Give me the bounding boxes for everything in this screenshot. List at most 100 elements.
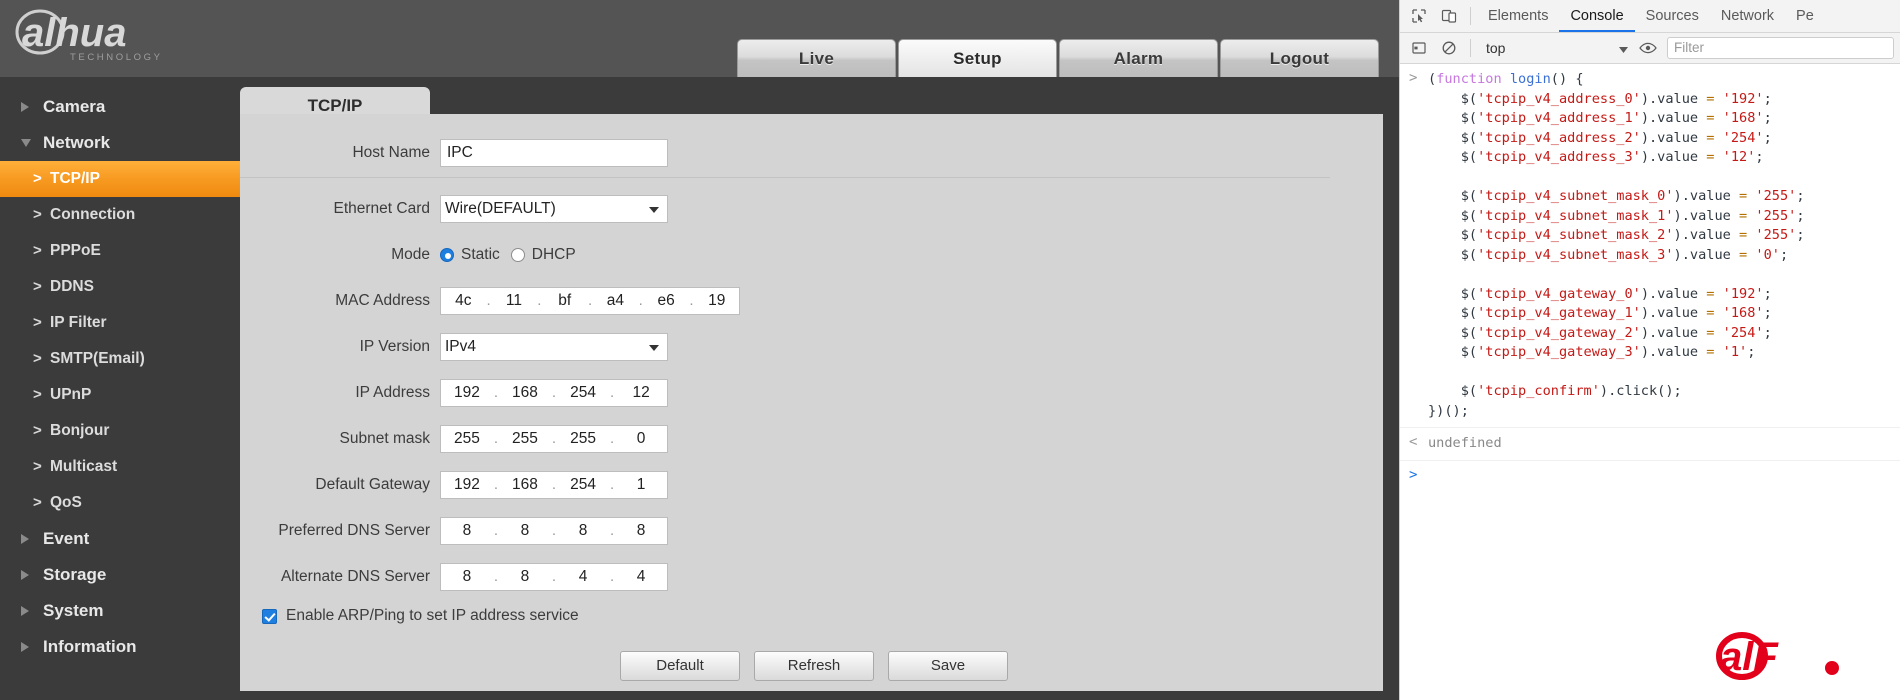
sidebar-item-bonjour[interactable]: > Bonjour xyxy=(0,413,240,449)
console-code-line: $('tcpip_v4_address_1').value = '168'; xyxy=(1460,110,1772,126)
ip-address-group: 192. 168. 254. 12 xyxy=(440,378,668,407)
sidebar-item-ddns[interactable]: > DDNS xyxy=(0,269,240,305)
ip-octet-2[interactable]: 254 xyxy=(557,384,609,402)
ip-octet-1[interactable]: 168 xyxy=(499,384,551,402)
alt-dns-octet-1[interactable]: 8 xyxy=(499,568,551,586)
dahua-red-watermark: alF xyxy=(1714,628,1864,684)
chevron-right-icon xyxy=(21,102,29,112)
radio-dhcp[interactable] xyxy=(510,247,525,262)
alt-dns-octet-2[interactable]: 4 xyxy=(557,568,609,586)
sidebar-item-connection[interactable]: > Connection xyxy=(0,197,240,233)
alt-dns-octet-0[interactable]: 8 xyxy=(441,568,493,586)
subbar-divider xyxy=(1470,39,1471,57)
console-code-line: $('tcpip_v4_subnet_mask_2').value = '255… xyxy=(1460,227,1805,243)
nav-tab-logout[interactable]: Logout xyxy=(1220,39,1379,77)
gateway-octet-2[interactable]: 254 xyxy=(557,476,609,494)
execution-context-value: top xyxy=(1486,40,1506,56)
panel-tabstrip: TCP/IP xyxy=(240,77,1399,124)
console-filter-input[interactable]: Filter xyxy=(1667,37,1894,59)
alternate-dns-group: 8. 8. 4. 4 xyxy=(440,562,668,591)
host-name-input[interactable] xyxy=(440,138,668,167)
devtools-tab-sources[interactable]: Sources xyxy=(1635,0,1710,32)
svg-text:alF: alF xyxy=(1720,635,1779,679)
sidebar-group-information[interactable]: Information xyxy=(0,629,240,665)
console-input-entry: > (function login() { $('tcpip_v4_addres… xyxy=(1400,64,1900,428)
sidebar-item-label: PPPoE xyxy=(50,242,101,259)
subnet-octet-3[interactable]: 0 xyxy=(615,430,667,448)
device-toolbar-icon[interactable] xyxy=(1434,2,1464,30)
sidebar-item-multicast[interactable]: > Multicast xyxy=(0,449,240,485)
clear-console-icon[interactable] xyxy=(1434,34,1464,62)
inspect-element-icon[interactable] xyxy=(1404,2,1434,30)
refresh-button[interactable]: Refresh xyxy=(754,651,874,681)
app-body: Camera Network > TCP/IP > Connection > P… xyxy=(0,77,1399,700)
field-mode: Static DHCP xyxy=(440,246,576,264)
chevron-right-icon: > xyxy=(33,422,42,439)
subnet-octet-1[interactable]: 255 xyxy=(499,430,551,448)
nav-tab-setup[interactable]: Setup xyxy=(898,39,1057,77)
devtools-tab-performance[interactable]: Pe xyxy=(1785,0,1825,32)
pref-dns-octet-2[interactable]: 8 xyxy=(557,522,609,540)
devtools-tab-elements[interactable]: Elements xyxy=(1477,0,1559,32)
console-new-prompt: > xyxy=(1409,466,1418,483)
console-code-snippet[interactable]: (function login() { $('tcpip_v4_address_… xyxy=(1400,70,1900,421)
chevron-right-icon: > xyxy=(33,494,42,511)
sidebar-item-qos[interactable]: > QoS xyxy=(0,485,240,521)
chevron-right-icon: > xyxy=(33,170,42,187)
form-row-default-gateway: Default Gateway 192. 168. 254. 1 xyxy=(240,468,1383,501)
pref-dns-octet-1[interactable]: 8 xyxy=(499,522,551,540)
devtools-tab-console[interactable]: Console xyxy=(1559,0,1635,32)
console-prompt-input[interactable] xyxy=(1400,467,1900,487)
form-row-ip-version: IP Version IPv4 xyxy=(240,330,1383,363)
save-button[interactable]: Save xyxy=(888,651,1008,681)
label-mode: Mode xyxy=(391,245,430,263)
gateway-octet-3[interactable]: 1 xyxy=(615,476,667,494)
mac-octet-3: a4 xyxy=(606,291,624,309)
label-ethernet-card: Ethernet Card xyxy=(333,199,431,217)
default-button[interactable]: Default xyxy=(620,651,740,681)
sidebar-item-pppoe[interactable]: > PPPoE xyxy=(0,233,240,269)
radio-static[interactable] xyxy=(440,247,454,262)
nav-tab-live[interactable]: Live xyxy=(737,39,896,77)
subnet-octet-0[interactable]: 255 xyxy=(441,430,493,448)
alt-dns-octet-3[interactable]: 4 xyxy=(615,568,667,586)
gateway-octet-0[interactable]: 192 xyxy=(441,476,493,494)
arp-ping-checkbox[interactable] xyxy=(262,608,277,624)
sidebar-group-event[interactable]: Event xyxy=(0,521,240,557)
chevron-down-icon xyxy=(21,139,31,147)
pref-dns-octet-3[interactable]: 8 xyxy=(615,522,667,540)
ip-version-select[interactable]: IPv4 xyxy=(440,332,668,361)
ip-octet-0[interactable]: 192 xyxy=(441,384,493,402)
sidebar-item-upnp[interactable]: > UPnP xyxy=(0,377,240,413)
execution-context-select[interactable]: top xyxy=(1481,37,1633,59)
mac-octet-0: 4c xyxy=(455,291,472,309)
content-area: TCP/IP Host Name IPC Ethernet Card Wire(… xyxy=(240,77,1399,700)
field-ip-version: IPv4 xyxy=(440,332,668,361)
live-expression-icon[interactable] xyxy=(1633,34,1663,62)
devtools-tab-network[interactable]: Network xyxy=(1710,0,1785,32)
ip-octet-3[interactable]: 12 xyxy=(615,384,667,402)
devtools-tabs: Elements Console Sources Network Pe xyxy=(1477,0,1825,32)
sidebar-item-smtp-email[interactable]: > SMTP(Email) xyxy=(0,341,240,377)
mac-address-group: 4c. 11. bf. a4. e6. 19 xyxy=(440,286,740,315)
form-row-alternate-dns: Alternate DNS Server 8. 8. 4. 4 xyxy=(240,560,1383,593)
sidebar-group-system[interactable]: System xyxy=(0,593,240,629)
sidebar-group-storage[interactable]: Storage xyxy=(0,557,240,593)
sidebar-group-network[interactable]: Network xyxy=(0,125,240,161)
gateway-octet-1[interactable]: 168 xyxy=(499,476,551,494)
sidebar-group-camera[interactable]: Camera xyxy=(0,89,240,125)
console-subbar: top Filter xyxy=(1400,33,1900,64)
field-preferred-dns: 8. 8. 8. 8 xyxy=(440,516,668,545)
console-sidebar-icon[interactable] xyxy=(1404,34,1434,62)
ethernet-card-select[interactable]: Wire(DEFAULT) xyxy=(440,194,668,223)
sidebar-item-tcpip[interactable]: > TCP/IP xyxy=(0,161,240,197)
subnet-octet-2[interactable]: 255 xyxy=(557,430,609,448)
console-input-prompt: > xyxy=(1409,70,1418,86)
sidebar-item-ip-filter[interactable]: > IP Filter xyxy=(0,305,240,341)
form-row-host-name: Host Name xyxy=(240,136,1383,169)
nav-tab-alarm[interactable]: Alarm xyxy=(1059,39,1218,77)
pref-dns-octet-0[interactable]: 8 xyxy=(441,522,493,540)
console-prompt-entry[interactable]: > xyxy=(1400,461,1900,493)
devtools-panel: Elements Console Sources Network Pe top xyxy=(1399,0,1900,700)
arp-ping-label: Enable ARP/Ping to set IP address servic… xyxy=(286,607,579,624)
